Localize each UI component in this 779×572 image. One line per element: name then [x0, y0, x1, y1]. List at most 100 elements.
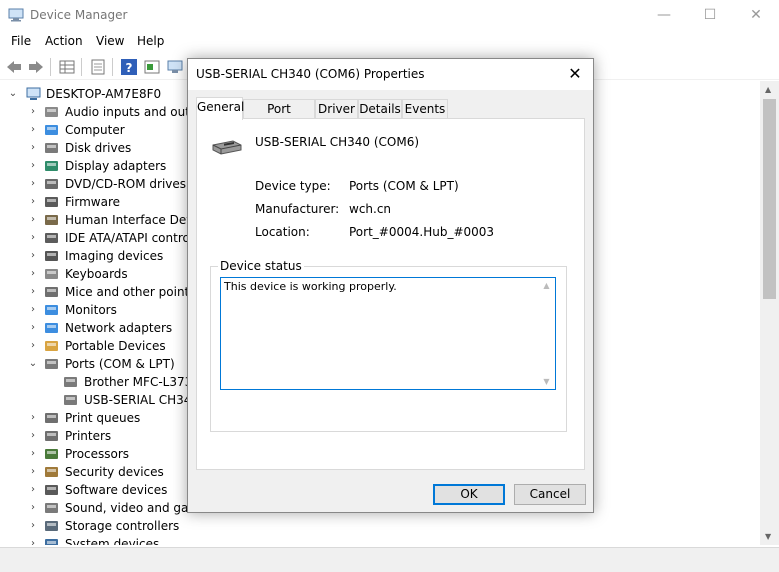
- ok-button[interactable]: OK: [433, 484, 505, 505]
- chevron-right-icon[interactable]: ›: [28, 103, 38, 121]
- chevron-right-icon[interactable]: ›: [28, 481, 38, 499]
- menu-bar: File Action View Help: [0, 31, 779, 53]
- tree-category[interactable]: › Display adapters: [0, 157, 190, 175]
- scroll-up-icon[interactable]: ▲: [538, 281, 555, 290]
- chevron-down-icon[interactable]: ⌄: [28, 355, 38, 373]
- menu-file[interactable]: File: [11, 34, 31, 48]
- tree-category-label: Firmware: [65, 195, 120, 209]
- printer-icon: [45, 431, 58, 441]
- chevron-right-icon[interactable]: ›: [28, 427, 38, 445]
- tree-category[interactable]: › Network adapters: [0, 319, 190, 337]
- dialog-title-bar[interactable]: USB-SERIAL CH340 (COM6) Properties ✕: [188, 59, 593, 90]
- tree-category[interactable]: › Firmware: [0, 193, 190, 211]
- tree-device[interactable]: USB-SERIAL CH340 (COM6): [0, 391, 248, 409]
- general-tab-panel: USB-SERIAL CH340 (COM6) Device type: Por…: [196, 118, 585, 470]
- port-icon: [45, 359, 58, 369]
- keyboard-icon: [45, 269, 58, 279]
- device-status-textbox[interactable]: This device is working properly. ▲ ▼: [220, 277, 556, 390]
- computer-icon: [45, 125, 58, 135]
- tree-device[interactable]: Brother MFC-L3730CDN: [0, 373, 226, 391]
- tree-category[interactable]: › IDE ATA/ATAPI controllers: [0, 229, 215, 247]
- chevron-right-icon[interactable]: ›: [28, 229, 38, 247]
- tree-category[interactable]: › Processors: [0, 445, 190, 463]
- tree-category[interactable]: › Print queues: [0, 409, 190, 427]
- tree-category[interactable]: › Disk drives: [0, 139, 190, 157]
- tree-category[interactable]: ⌄ Ports (COM & LPT): [0, 355, 190, 373]
- tree-category-label: Portable Devices: [65, 339, 166, 353]
- device-name: USB-SERIAL CH340 (COM6): [255, 135, 420, 149]
- chevron-right-icon[interactable]: ›: [28, 463, 38, 481]
- chevron-right-icon[interactable]: ›: [28, 247, 38, 265]
- tree-category[interactable]: › Audio inputs and outputs: [0, 103, 216, 121]
- tree-category-label: Imaging devices: [65, 249, 164, 263]
- close-button[interactable]: ✕: [733, 0, 779, 31]
- tree-category[interactable]: › System devices: [0, 535, 190, 545]
- scroll-down-icon[interactable]: ▼: [538, 377, 555, 386]
- chevron-right-icon[interactable]: ›: [28, 409, 38, 427]
- tab-port-settings[interactable]: Port Settings: [243, 99, 315, 134]
- chevron-right-icon[interactable]: ›: [28, 211, 38, 229]
- scroll-up-icon[interactable]: ▲: [765, 85, 771, 94]
- tree-category[interactable]: › Printers: [0, 427, 190, 445]
- tree-category[interactable]: › Storage controllers: [0, 517, 190, 535]
- document-icon[interactable]: [89, 58, 107, 76]
- processor-icon: [45, 449, 58, 459]
- tree-category[interactable]: › Computer: [0, 121, 190, 139]
- minimize-button[interactable]: —: [641, 0, 687, 31]
- properties-grid-icon[interactable]: [58, 58, 76, 76]
- chevron-right-icon[interactable]: ›: [28, 517, 38, 535]
- chevron-right-icon[interactable]: ›: [28, 175, 38, 193]
- back-arrow-icon[interactable]: [5, 58, 23, 76]
- tree-category-label: Processors: [65, 447, 130, 461]
- tree-category[interactable]: › DVD/CD-ROM drives: [0, 175, 190, 193]
- tab-driver[interactable]: Driver: [315, 99, 358, 119]
- chevron-right-icon[interactable]: ›: [28, 193, 38, 211]
- chevron-right-icon[interactable]: ›: [28, 301, 38, 319]
- chevron-right-icon[interactable]: ›: [28, 535, 38, 545]
- chevron-right-icon[interactable]: ›: [28, 445, 38, 463]
- tree-category[interactable]: › Software devices: [0, 481, 190, 499]
- tree-category[interactable]: › Imaging devices: [0, 247, 190, 265]
- tree-category[interactable]: › Keyboards: [0, 265, 190, 283]
- chevron-right-icon[interactable]: ›: [28, 283, 38, 301]
- tree-root-label: DESKTOP-AM7E8F0: [46, 87, 162, 101]
- software-device-icon: [45, 485, 58, 495]
- tree-category[interactable]: › Human Interface Devices: [0, 211, 217, 229]
- port-icon: [64, 377, 77, 387]
- speaker-icon: [45, 107, 58, 117]
- tab-events[interactable]: Events: [402, 99, 448, 119]
- monitor-icon[interactable]: [166, 58, 184, 76]
- tree-root[interactable]: ⌄ DESKTOP-AM7E8F0: [0, 85, 190, 103]
- window-title: Device Manager: [30, 8, 128, 22]
- maximize-button[interactable]: ☐: [687, 0, 733, 31]
- chevron-right-icon[interactable]: ›: [28, 157, 38, 175]
- menu-help[interactable]: Help: [137, 34, 164, 48]
- chevron-right-icon[interactable]: ›: [28, 139, 38, 157]
- cancel-button[interactable]: Cancel: [514, 484, 586, 505]
- chevron-right-icon[interactable]: ›: [28, 265, 38, 283]
- tree-category[interactable]: › Sound, video and game controllers: [0, 499, 275, 517]
- help-icon[interactable]: ?: [120, 58, 138, 76]
- tree-scrollbar[interactable]: ▲ ▼: [760, 81, 779, 545]
- scan-hardware-icon[interactable]: [143, 58, 161, 76]
- tab-general[interactable]: General: [196, 97, 244, 120]
- menu-action[interactable]: Action: [45, 34, 83, 48]
- dialog-close-button[interactable]: ✕: [557, 59, 593, 90]
- chevron-right-icon[interactable]: ›: [28, 499, 38, 517]
- scroll-down-icon[interactable]: ▼: [765, 532, 771, 541]
- tree-category[interactable]: › Security devices: [0, 463, 190, 481]
- chevron-right-icon[interactable]: ›: [28, 319, 38, 337]
- chevron-right-icon[interactable]: ›: [28, 337, 38, 355]
- tree-category[interactable]: › Monitors: [0, 301, 190, 319]
- forward-arrow-icon[interactable]: [27, 58, 45, 76]
- device-status-text: This device is working properly.: [224, 280, 397, 293]
- tree-category[interactable]: › Mice and other pointing devices: [0, 283, 257, 301]
- status-scrollbar[interactable]: ▲ ▼: [538, 278, 555, 389]
- tree-category[interactable]: › Portable Devices: [0, 337, 190, 355]
- chevron-down-icon[interactable]: ⌄: [8, 85, 18, 103]
- menu-view[interactable]: View: [96, 34, 124, 48]
- svg-text:?: ?: [126, 61, 133, 75]
- chevron-right-icon[interactable]: ›: [28, 121, 38, 139]
- tab-details[interactable]: Details: [358, 99, 402, 119]
- tree-scrollbar-thumb[interactable]: [763, 99, 776, 299]
